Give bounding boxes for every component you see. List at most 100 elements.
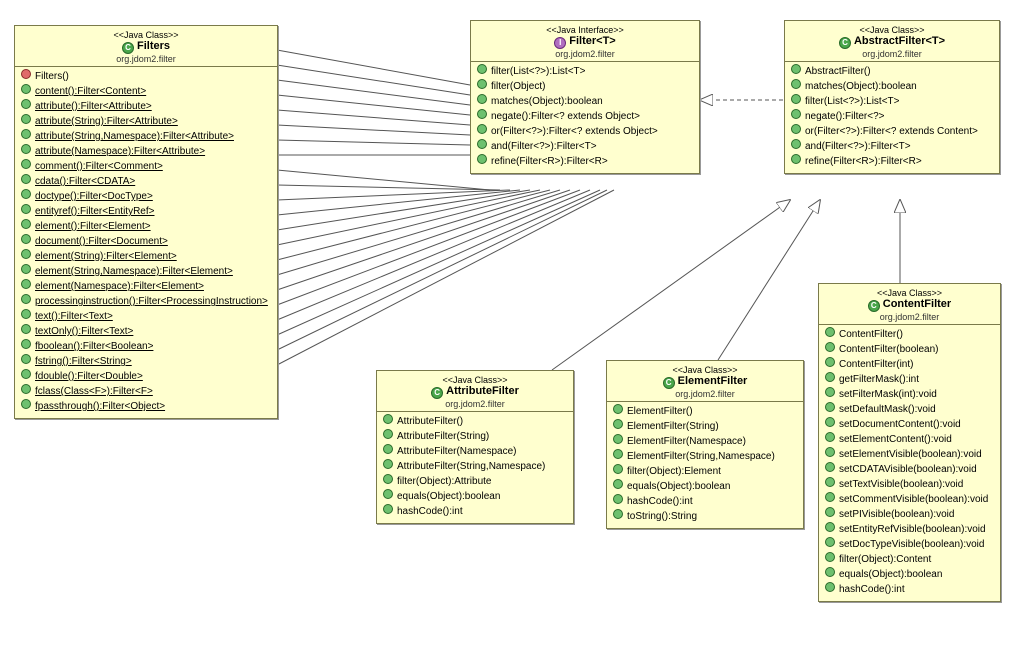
member-signature: element():Filter<Element>: [35, 221, 151, 232]
member-row: attribute():Filter<Attribute>: [21, 99, 271, 114]
member-signature: comment():Filter<Comment>: [35, 161, 163, 172]
member-row: element(Namespace):Filter<Element>: [21, 279, 271, 294]
class-header: <<Java Class>> CFilters org.jdom2.filter: [15, 26, 277, 67]
member-row: filter(Object): [477, 79, 693, 94]
class-header: <<Java Interface>> IFilter<T> org.jdom2.…: [471, 21, 699, 62]
visibility-icon: [791, 109, 801, 119]
member-signature: setElementContent():void: [839, 434, 952, 445]
visibility-icon: [21, 144, 31, 154]
visibility-icon: [825, 327, 835, 337]
member-row: refine(Filter<R>):Filter<R>: [791, 154, 993, 169]
visibility-icon: [21, 219, 31, 229]
visibility-icon: [21, 129, 31, 139]
member-signature: equals(Object):boolean: [627, 481, 730, 492]
member-signature: fdouble():Filter<Double>: [35, 371, 143, 382]
class-name: AbstractFilter<T>: [854, 35, 945, 47]
interface-filter: <<Java Interface>> IFilter<T> org.jdom2.…: [470, 20, 700, 174]
member-row: entityref():Filter<EntityRef>: [21, 204, 271, 219]
class-title: CElementFilter: [611, 375, 799, 389]
member-row: filter(Object):Attribute: [383, 474, 567, 489]
member-signature: ContentFilter(boolean): [839, 344, 939, 355]
visibility-icon: [613, 449, 623, 459]
visibility-icon: [825, 402, 835, 412]
package-label: org.jdom2.filter: [19, 54, 273, 64]
member-row: AttributeFilter(String): [383, 429, 567, 444]
visibility-icon: [613, 464, 623, 474]
member-row: or(Filter<?>):Filter<? extends Object>: [477, 124, 693, 139]
member-row: setFilterMask(int):void: [825, 387, 994, 402]
member-signature: equals(Object):boolean: [397, 491, 500, 502]
visibility-icon: [383, 489, 393, 499]
member-signature: text():Filter<Text>: [35, 311, 113, 322]
visibility-icon: [791, 64, 801, 74]
member-signature: AttributeFilter(String,Namespace): [397, 461, 545, 472]
visibility-icon: [825, 537, 835, 547]
member-list: ElementFilter()ElementFilter(String)Elem…: [607, 402, 803, 528]
package-label: org.jdom2.filter: [475, 49, 695, 59]
member-signature: AttributeFilter(): [397, 416, 463, 427]
class-name: AttributeFilter: [446, 385, 519, 397]
visibility-icon: [825, 417, 835, 427]
stereotype-label: <<Java Class>>: [789, 25, 995, 35]
member-signature: AttributeFilter(String): [397, 431, 489, 442]
member-row: AbstractFilter(): [791, 64, 993, 79]
visibility-icon: [477, 124, 487, 134]
visibility-icon: [825, 522, 835, 532]
class-title: CFilters: [19, 40, 273, 54]
member-row: element(String):Filter<Element>: [21, 249, 271, 264]
member-signature: or(Filter<?>):Filter<? extends Content>: [805, 126, 978, 137]
member-signature: getFilterMask():int: [839, 374, 919, 385]
member-row: setCDATAVisible(boolean):void: [825, 462, 994, 477]
visibility-icon: [21, 264, 31, 274]
member-signature: fpassthrough():Filter<Object>: [35, 401, 165, 412]
member-signature: element(Namespace):Filter<Element>: [35, 281, 204, 292]
member-signature: processinginstruction():Filter<Processin…: [35, 296, 268, 307]
member-list: AttributeFilter() AttributeFilter(String)…: [377, 412, 573, 523]
visibility-icon: [21, 234, 31, 244]
member-signature: content():Filter<Content>: [35, 86, 146, 97]
interface-icon: I: [554, 37, 566, 49]
member-row: fboolean():Filter<Boolean>: [21, 339, 271, 354]
class-header: <<Java Class>> CAttributeFilter org.jdom…: [377, 371, 573, 412]
member-row: ContentFilter(): [825, 327, 994, 342]
visibility-icon: [825, 372, 835, 382]
member-row: element():Filter<Element>: [21, 219, 271, 234]
member-signature: setCommentVisible(boolean):void: [839, 494, 988, 505]
visibility-icon: [383, 444, 393, 454]
visibility-icon: [383, 414, 393, 424]
member-signature: setDocumentContent():void: [839, 419, 961, 430]
visibility-icon: [825, 552, 835, 562]
visibility-icon: [477, 139, 487, 149]
visibility-icon: [825, 492, 835, 502]
visibility-icon: [21, 279, 31, 289]
package-label: org.jdom2.filter: [823, 312, 996, 322]
member-signature: refine(Filter<R>):Filter<R>: [491, 156, 608, 167]
member-row: negate():Filter<? extends Object>: [477, 109, 693, 124]
visibility-icon: [21, 189, 31, 199]
member-signature: filter(Object):Attribute: [397, 476, 491, 487]
member-signature: refine(Filter<R>):Filter<R>: [805, 156, 922, 167]
visibility-icon: [383, 429, 393, 439]
member-signature: negate():Filter<? extends Object>: [491, 111, 640, 122]
member-row: cdata():Filter<CDATA>: [21, 174, 271, 189]
member-row: processinginstruction():Filter<Processin…: [21, 294, 271, 309]
visibility-icon: [21, 114, 31, 124]
visibility-icon: [21, 249, 31, 259]
visibility-icon: [825, 582, 835, 592]
member-row: and(Filter<?>):Filter<T>: [477, 139, 693, 154]
visibility-icon: [825, 432, 835, 442]
package-label: org.jdom2.filter: [381, 399, 569, 409]
visibility-icon: [613, 479, 623, 489]
visibility-icon: [21, 69, 31, 79]
visibility-icon: [791, 139, 801, 149]
member-row: hashCode():int: [613, 494, 797, 509]
member-signature: ElementFilter(Namespace): [627, 436, 746, 447]
member-row: attribute(String):Filter<Attribute>: [21, 114, 271, 129]
member-signature: setDocTypeVisible(boolean):void: [839, 539, 984, 550]
visibility-icon: [791, 79, 801, 89]
member-signature: filter(List<?>):List<T>: [805, 96, 899, 107]
class-header: <<Java Class>> CContentFilter org.jdom2.…: [819, 284, 1000, 325]
member-row: hashCode():int: [383, 504, 567, 519]
class-icon: C: [663, 377, 675, 389]
member-row: setCommentVisible(boolean):void: [825, 492, 994, 507]
